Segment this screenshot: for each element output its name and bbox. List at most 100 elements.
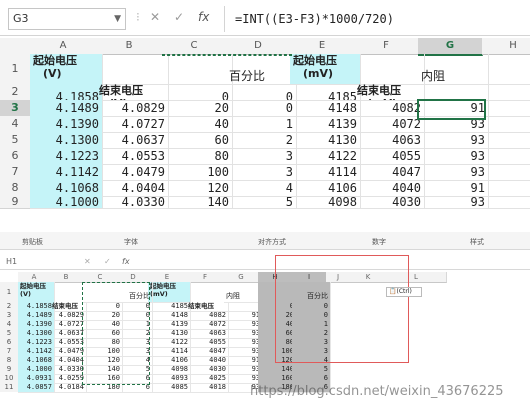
- column-header[interactable]: C: [162, 38, 227, 55]
- empty-cell[interactable]: [482, 54, 530, 85]
- data-cell[interactable]: 80: [162, 148, 233, 165]
- cancel-icon[interactable]: ✕: [150, 10, 160, 24]
- data-cell[interactable]: 4.0330: [96, 196, 169, 209]
- row-header[interactable]: 5: [0, 132, 31, 149]
- lower-row-header[interactable]: 7: [0, 347, 19, 356]
- data-cell[interactable]: 4148: [290, 100, 361, 117]
- data-cell[interactable]: 20: [162, 100, 233, 117]
- data-cell[interactable]: 4.0637: [96, 132, 169, 149]
- data-cell[interactable]: 5: [226, 196, 297, 209]
- data-cell[interactable]: 4.0553: [96, 148, 169, 165]
- header-cell[interactable]: 结束电压(mV): [354, 84, 425, 101]
- header-cell[interactable]: 百分比: [226, 54, 297, 85]
- lower-enter-icon[interactable]: ✓: [104, 257, 111, 266]
- lower-function-icon[interactable]: fx: [122, 257, 130, 266]
- lower-data-cell[interactable]: 4018: [186, 383, 229, 393]
- lower-row-header[interactable]: 6: [0, 338, 19, 347]
- column-header[interactable]: D: [226, 38, 291, 55]
- data-cell[interactable]: 93: [418, 148, 489, 165]
- column-header[interactable]: A: [30, 38, 97, 55]
- data-cell[interactable]: 4063: [354, 132, 425, 149]
- lower-row-header[interactable]: 3: [0, 311, 19, 320]
- enter-icon[interactable]: ✓: [174, 10, 184, 24]
- data-cell[interactable]: 0: [226, 84, 297, 101]
- data-cell[interactable]: 4082: [354, 100, 425, 117]
- data-cell[interactable]: [482, 100, 530, 117]
- data-cell[interactable]: [482, 116, 530, 133]
- data-cell[interactable]: 120: [162, 180, 233, 197]
- lower-row-header[interactable]: 2: [0, 302, 19, 311]
- data-cell[interactable]: 4040: [354, 180, 425, 197]
- data-cell[interactable]: 4.1000: [30, 196, 103, 209]
- data-cell[interactable]: 4122: [290, 148, 361, 165]
- data-cell[interactable]: 4.1858: [30, 84, 103, 101]
- data-cell[interactable]: 140: [162, 196, 233, 209]
- data-cell[interactable]: 4098: [290, 196, 361, 209]
- name-box[interactable]: G3 ▼: [8, 8, 126, 30]
- data-cell[interactable]: 4.1068: [30, 180, 103, 197]
- data-cell[interactable]: 4047: [354, 164, 425, 181]
- lower-data-cell[interactable]: 4085: [148, 383, 191, 393]
- empty-cell[interactable]: [162, 54, 233, 85]
- header-cell[interactable]: 起始电压 (V): [30, 54, 103, 85]
- lower-cancel-icon[interactable]: ✕: [84, 257, 91, 266]
- row-header[interactable]: 6: [0, 148, 31, 165]
- data-cell[interactable]: 1: [226, 116, 297, 133]
- function-icon[interactable]: fx: [198, 10, 209, 24]
- lower-row-header[interactable]: 4: [0, 320, 19, 329]
- lower-row-header[interactable]: 11: [0, 383, 19, 392]
- data-cell[interactable]: 4.0727: [96, 116, 169, 133]
- data-cell[interactable]: 4.1223: [30, 148, 103, 165]
- row-header[interactable]: 3: [0, 100, 32, 117]
- lower-column-header[interactable]: F: [186, 272, 225, 283]
- data-cell[interactable]: 4.0479: [96, 164, 169, 181]
- data-cell[interactable]: 93: [418, 196, 489, 209]
- header-cell[interactable]: 起始电压 (mV): [290, 54, 361, 85]
- lower-row-header[interactable]: 5: [0, 329, 19, 338]
- chevron-down-icon[interactable]: ▼: [114, 9, 121, 29]
- data-cell[interactable]: [482, 148, 530, 165]
- data-cell[interactable]: 4130: [290, 132, 361, 149]
- formula-input[interactable]: =INT((E3-F3)*1000/720): [224, 6, 530, 32]
- data-cell[interactable]: 4185: [290, 84, 361, 101]
- data-cell[interactable]: 2: [226, 132, 297, 149]
- lower-header-cell[interactable]: 起始电压 (V): [18, 282, 55, 303]
- data-cell[interactable]: [482, 196, 530, 209]
- data-cell[interactable]: 91: [418, 180, 489, 197]
- lower-header-cell[interactable]: 起始电压 (mV): [148, 282, 191, 303]
- data-cell[interactable]: 100: [162, 164, 233, 181]
- column-header[interactable]: E: [290, 38, 355, 55]
- data-cell[interactable]: 4: [226, 180, 297, 197]
- data-cell[interactable]: [482, 84, 530, 101]
- data-cell[interactable]: [482, 180, 530, 197]
- paste-options-button[interactable]: 📋(Ctrl): [386, 287, 422, 297]
- data-cell[interactable]: 4.1142: [30, 164, 103, 181]
- lower-name-box[interactable]: H1: [6, 257, 17, 266]
- data-cell[interactable]: 93: [418, 132, 489, 149]
- row-header[interactable]: 2: [0, 84, 31, 101]
- data-cell[interactable]: 4030: [354, 196, 425, 209]
- row-header[interactable]: 1: [0, 54, 31, 85]
- column-header[interactable]: B: [96, 38, 163, 55]
- header-cell[interactable]: 结束电压(V): [96, 84, 169, 101]
- empty-cell[interactable]: [96, 54, 169, 85]
- data-cell[interactable]: 60: [162, 132, 233, 149]
- data-cell[interactable]: [482, 164, 530, 181]
- data-cell[interactable]: 0: [162, 84, 233, 101]
- data-cell[interactable]: 4.0404: [96, 180, 169, 197]
- data-cell[interactable]: 4.1390: [30, 116, 103, 133]
- header-cell[interactable]: 内阻: [418, 54, 489, 85]
- row-header[interactable]: 7: [0, 164, 31, 181]
- data-cell[interactable]: [482, 132, 530, 149]
- data-cell[interactable]: 4.0829: [96, 100, 169, 117]
- row-header[interactable]: 9: [0, 196, 31, 209]
- data-cell[interactable]: 4072: [354, 116, 425, 133]
- data-cell[interactable]: 40: [162, 116, 233, 133]
- data-cell[interactable]: 4139: [290, 116, 361, 133]
- lower-row-header[interactable]: 8: [0, 356, 19, 365]
- lower-row-header[interactable]: 9: [0, 365, 19, 374]
- data-cell[interactable]: 3: [226, 164, 297, 181]
- lower-row-header[interactable]: 10: [0, 374, 19, 383]
- data-cell[interactable]: 4.1489: [30, 100, 103, 117]
- data-cell[interactable]: 0: [226, 100, 297, 117]
